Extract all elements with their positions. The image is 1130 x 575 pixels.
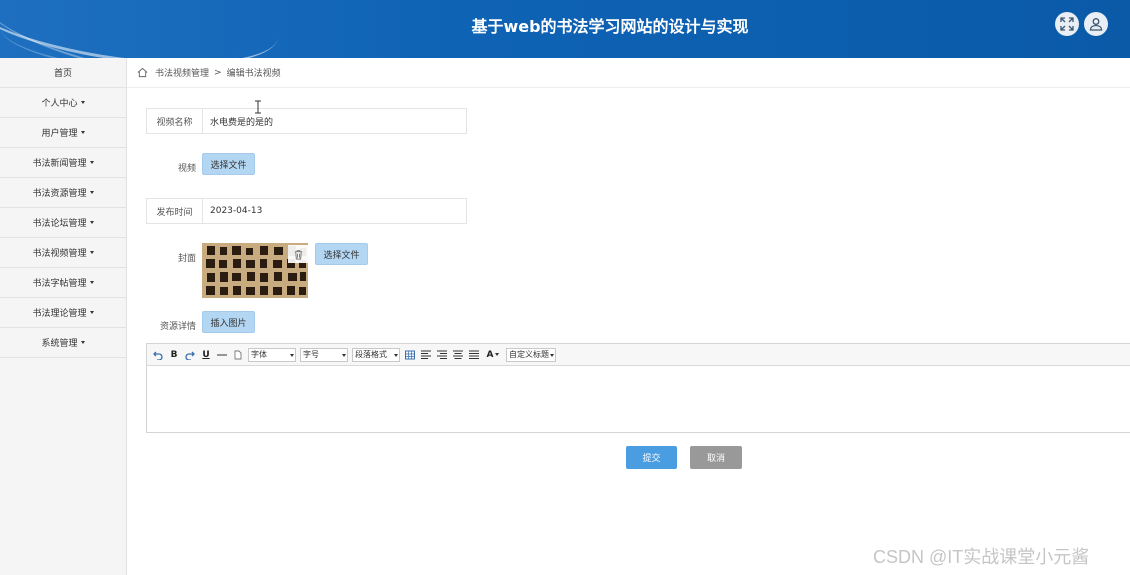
font-color-button[interactable]: A <box>484 349 502 361</box>
table-button[interactable] <box>404 349 416 361</box>
dropdown-arrow-icon <box>550 353 554 357</box>
align-right-icon <box>437 350 447 359</box>
text-cursor-icon <box>255 100 261 114</box>
redo-icon <box>185 351 195 360</box>
home-icon[interactable] <box>137 67 148 78</box>
document-icon <box>234 350 242 359</box>
align-justify-button[interactable] <box>468 349 480 361</box>
trash-icon <box>294 249 302 259</box>
align-center-button[interactable] <box>452 349 464 361</box>
align-right-button[interactable] <box>436 349 448 361</box>
font-size-select[interactable]: 字号 <box>300 347 348 362</box>
publish-time-input[interactable]: 2023-04-13 <box>210 199 262 223</box>
caret-down-icon <box>80 131 85 134</box>
caret-down-icon <box>80 101 85 104</box>
insert-image-button[interactable]: 插入图片 <box>202 311 255 333</box>
sidebar-item-system-management[interactable]: 系统管理 <box>0 328 126 358</box>
video-label: 视频 <box>177 164 196 174</box>
underline-button[interactable]: U <box>200 349 212 361</box>
dropdown-arrow-icon <box>342 353 346 357</box>
sidebar-item-user-management[interactable]: 用户管理 <box>0 118 126 148</box>
user-icon <box>1089 18 1103 31</box>
rich-text-editor: B U 字体 字号 段落格式 A 自定义标题 <box>146 343 1130 433</box>
editor-toolbar: B U 字体 字号 段落格式 A 自定义标题 <box>147 344 1130 366</box>
sidebar-item-theory-management[interactable]: 书法理论管理 <box>0 298 126 328</box>
horizontal-rule-icon <box>217 354 227 355</box>
undo-button[interactable] <box>152 349 164 361</box>
paragraph-format-select[interactable]: 段落格式 <box>352 347 400 362</box>
caret-down-icon <box>89 311 94 314</box>
choose-video-file-button[interactable]: 选择文件 <box>202 153 255 175</box>
publish-time-label: 发布时间 <box>147 199 203 223</box>
align-center-icon <box>453 350 463 359</box>
caret-down-icon <box>80 341 85 344</box>
undo-icon <box>153 351 163 360</box>
fullscreen-button[interactable] <box>1055 12 1079 36</box>
breadcrumb: 书法视频管理 > 编辑书法视频 <box>127 58 1130 88</box>
submit-button[interactable]: 提交 <box>626 446 677 469</box>
sidebar-item-personal-center[interactable]: 个人中心 <box>0 88 126 118</box>
dropdown-arrow-icon <box>394 353 398 357</box>
sidebar-item-home[interactable]: 首页 <box>0 58 126 88</box>
publish-time-field[interactable]: 发布时间 2023-04-13 <box>146 198 467 224</box>
clear-format-button[interactable] <box>232 349 244 361</box>
bold-button[interactable]: B <box>168 349 180 361</box>
resource-detail-label: 资源详情 <box>159 322 196 332</box>
watermark: CSDN @IT实战课堂小元酱 <box>873 547 1090 567</box>
user-button[interactable] <box>1084 12 1108 36</box>
breadcrumb-separator: > <box>214 67 222 78</box>
sidebar-item-video-management[interactable]: 书法视频管理 <box>0 238 126 268</box>
editor-content-area[interactable] <box>147 366 1130 432</box>
align-left-button[interactable] <box>420 349 432 361</box>
sidebar-item-copybook-management[interactable]: 书法字帖管理 <box>0 268 126 298</box>
caret-down-icon <box>89 161 94 164</box>
dropdown-arrow-icon <box>495 353 500 356</box>
align-left-icon <box>421 350 431 359</box>
redo-button[interactable] <box>184 349 196 361</box>
breadcrumb-current: 编辑书法视频 <box>226 69 281 79</box>
delete-cover-button[interactable] <box>288 245 308 263</box>
top-header: 基于web的书法学习网站的设计与实现 <box>0 0 1130 58</box>
caret-down-icon <box>89 191 94 194</box>
sidebar-item-resource-management[interactable]: 书法资源管理 <box>0 178 126 208</box>
video-name-input[interactable]: 水电费是的是的 <box>210 109 273 133</box>
caret-down-icon <box>89 221 94 224</box>
breadcrumb-parent[interactable]: 书法视频管理 <box>155 66 209 79</box>
custom-title-select[interactable]: 自定义标题 <box>506 347 556 362</box>
sidebar-nav: 首页 个人中心 用户管理 书法新闻管理 书法资源管理 书法论坛管理 书法视频管理… <box>0 58 127 575</box>
cancel-button[interactable]: 取消 <box>690 446 742 469</box>
caret-down-icon <box>89 281 94 284</box>
fullscreen-icon <box>1060 17 1074 31</box>
site-title: 基于web的书法学习网站的设计与实现 <box>471 17 749 36</box>
video-name-label: 视频名称 <box>147 109 203 133</box>
horizontal-rule-button[interactable] <box>216 349 228 361</box>
table-icon <box>405 350 415 359</box>
cover-label: 封面 <box>177 254 196 264</box>
dropdown-arrow-icon <box>290 353 294 357</box>
align-justify-icon <box>469 350 479 359</box>
sidebar-item-news-management[interactable]: 书法新闻管理 <box>0 148 126 178</box>
sidebar-item-forum-management[interactable]: 书法论坛管理 <box>0 208 126 238</box>
video-name-field[interactable]: 视频名称 水电费是的是的 <box>146 108 467 134</box>
choose-cover-file-button[interactable]: 选择文件 <box>315 243 368 265</box>
font-family-select[interactable]: 字体 <box>248 347 296 362</box>
caret-down-icon <box>89 251 94 254</box>
